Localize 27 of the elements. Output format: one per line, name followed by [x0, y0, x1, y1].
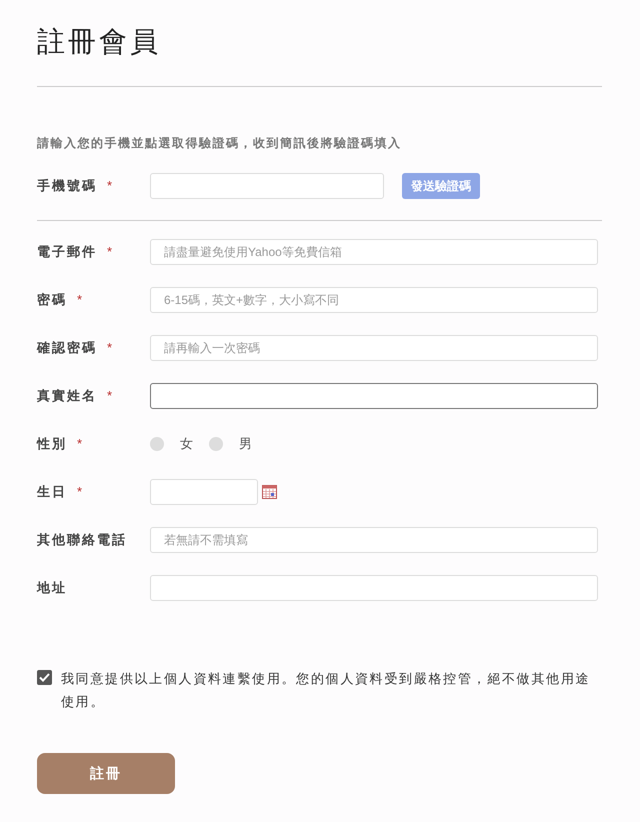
checkbox[interactable] — [37, 670, 52, 685]
field-label: 地址 — [37, 579, 67, 598]
required-asterisk: * — [77, 483, 82, 502]
field-label: 手機號碼 — [37, 177, 97, 196]
page-title: 註冊會員 — [37, 24, 162, 60]
required-asterisk: * — [107, 177, 112, 196]
register-button[interactable]: 註冊 — [37, 753, 175, 794]
field-label: 生日 — [37, 483, 67, 502]
field-label: 性別 — [37, 435, 67, 454]
required-asterisk: * — [77, 291, 82, 310]
calendar-icon[interactable] — [262, 485, 277, 499]
radio-button[interactable] — [209, 437, 223, 451]
radio-label: 女 — [180, 435, 193, 454]
field-label: 確認密碼 — [37, 339, 97, 358]
instruction-text: 請輸入您的手機並點選取得驗證碼，收到簡訊後將驗證碼填入 — [37, 135, 402, 151]
required-asterisk: * — [77, 435, 82, 454]
radio-button[interactable] — [150, 437, 164, 451]
field-label: 電子郵件 — [37, 243, 97, 262]
consent-text: 我同意提供以上個人資料連繫使用。您的個人資料受到嚴格控管，絕不做其他用途使用。 — [61, 670, 592, 711]
field-label: 其他聯絡電話 — [37, 531, 127, 550]
radio-label: 男 — [239, 435, 252, 454]
field-label: 真實姓名 — [37, 387, 97, 406]
input-field[interactable] — [150, 383, 598, 409]
required-asterisk: * — [107, 243, 112, 262]
required-asterisk: * — [107, 339, 112, 358]
field-label: 密碼 — [37, 291, 67, 310]
required-asterisk: * — [107, 387, 112, 406]
